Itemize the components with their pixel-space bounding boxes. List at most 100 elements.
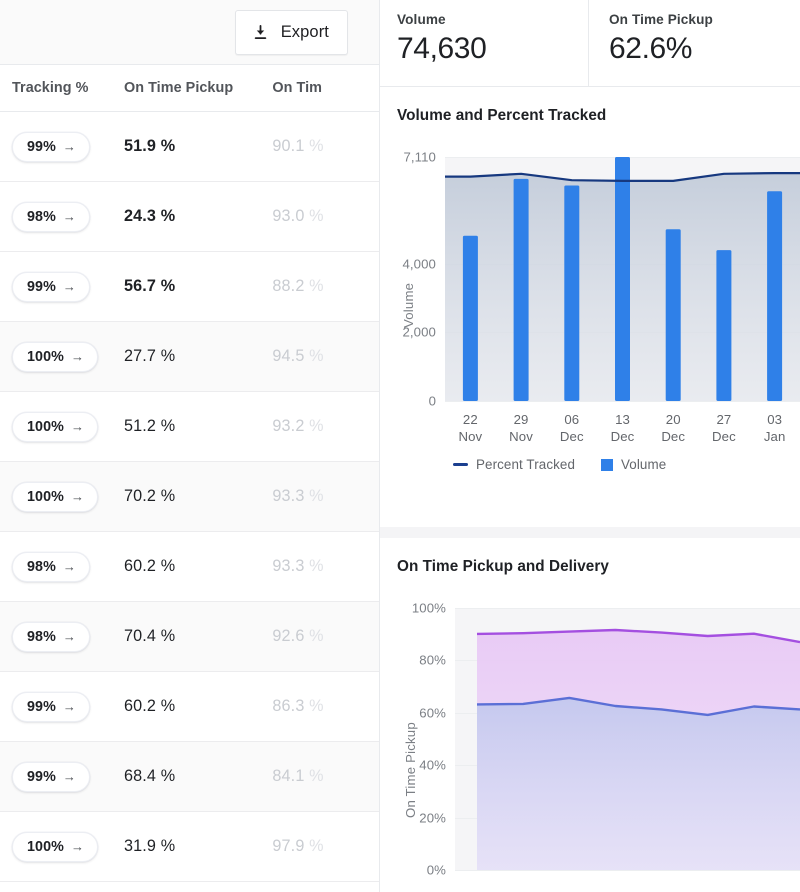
tracking-pill-value: 98% [27,558,56,575]
cell-on-time-delivery-value: 97.9 [272,837,305,855]
cell-tracking: 99% → [0,271,124,302]
chart-title-volume: Volume and Percent Tracked [397,107,607,124]
chart-x-tick: 13 Dec [597,411,649,445]
cell-tracking: 100% → [0,831,124,862]
chart-bar[interactable] [665,229,681,401]
cell-on-time-delivery-value: 90.1 [272,137,305,155]
table-row[interactable]: 100% → 51.2 % 93.2 % [0,392,379,462]
cell-on-time-delivery-unit: % [304,207,324,225]
legend-label-volume: Volume [621,457,667,472]
chart-bar[interactable] [513,178,529,401]
table-row[interactable]: 98% → 24.3 % 93.0 % [0,182,379,252]
arrow-right-icon: → [62,768,76,784]
cell-on-time-delivery: 94.5 % [272,347,379,366]
chart-x-tick-month: Dec [661,429,686,444]
chart-on-time-pickup-delivery[interactable]: On Time Pickup 0% 20% 40% 60% 80% 100% [397,601,800,892]
table-row[interactable]: 99% → 51.9 % 90.1 % [0,112,379,182]
chart-bar[interactable] [564,185,580,402]
tracking-pill-value: 99% [27,768,56,785]
kpi-on-time-pickup-value: 62.6% [609,32,693,65]
cell-on-time-pickup: 24.3 % [123,207,176,225]
table-row[interactable]: 99% → 68.4 % 84.1 % [0,742,379,812]
tracking-pill-button[interactable]: 99% → [12,131,90,162]
cell-tracking: 100% → [0,411,124,442]
cell-on-time-pickup: 56.7 % [123,277,176,295]
chart-title-on-time: On Time Pickup and Delivery [397,558,609,575]
dashboard-panel: Volume 74,630 On Time Pickup 62.6% Volum… [380,0,800,892]
table-header-row: Tracking % On Time Pickup On Tim [0,65,379,112]
table-row[interactable]: 100% → 31.9 % 97.9 % [0,812,379,882]
arrow-right-icon: → [62,278,76,294]
cell-on-time-delivery-unit: % [304,347,324,365]
chart-x-tick-month: Dec [610,429,635,444]
tracking-pill-button[interactable]: 100% → [12,481,98,512]
arrow-right-icon: → [70,348,84,364]
table-row[interactable]: 99% → 60.2 % 86.3 % [0,672,379,742]
cell-tracking: 98% → [0,621,124,652]
chart-card-on-time-pickup-delivery: On Time Pickup and Delivery On Time Pick… [380,538,800,892]
arrow-right-icon: → [62,208,76,224]
table-row[interactable]: 99% → 56.7 % 88.2 % [0,252,379,322]
cell-on-time-delivery-value: 93.2 [272,417,305,435]
export-button[interactable]: Export [234,9,348,55]
cell-on-time-pickup: 70.2 % [123,487,176,505]
tracking-pill-button[interactable]: 98% → [12,551,90,582]
kpi-volume-label: Volume [397,12,446,27]
table-row[interactable]: 100% → 27.7 % 94.5 % [0,322,379,392]
export-button-label: Export [280,22,329,41]
kpi-volume-value: 74,630 [397,32,487,65]
table-body: 99% → 51.9 % 90.1 % 98% → 24.3 % 93.0 % 99% → 56.7… [0,112,379,882]
cell-on-time-delivery-unit: % [304,277,324,295]
column-header-on-time-pickup[interactable]: On Time Pickup [124,80,272,96]
chart-bar[interactable] [767,191,783,401]
tracking-pill-button[interactable]: 99% → [12,691,90,722]
legend-item-volume[interactable]: Volume [601,457,666,472]
cell-on-time-pickup: 51.9 % [123,137,176,155]
cell-on-time-delivery: 93.2 % [272,417,379,436]
arrow-right-icon: → [70,418,84,434]
chart-x-tick: 27 Dec [698,411,750,445]
chart-x-tick: 29 Nov [495,411,547,445]
table-row[interactable]: 98% → 60.2 % 93.3 % [0,532,379,602]
column-header-tracking[interactable]: Tracking % [0,80,124,96]
tracking-pill-button[interactable]: 100% → [12,831,98,862]
chart-bar[interactable] [615,157,630,401]
tracking-pill-button[interactable]: 100% → [12,411,98,442]
cell-tracking: 100% → [0,341,124,372]
arrow-right-icon: → [62,558,76,574]
tracking-pill-button[interactable]: 99% → [12,761,90,792]
chart-x-tick-month: Nov [458,429,483,444]
cell-tracking: 100% → [0,481,124,512]
cell-on-time-delivery-unit: % [304,697,324,715]
tracking-pill-button[interactable]: 100% → [12,341,98,372]
cell-on-time-delivery-unit: % [304,557,324,575]
tracking-pill-button[interactable]: 98% → [12,621,90,652]
chart-bar[interactable] [716,250,732,401]
tracking-pill-button[interactable]: 99% → [12,271,90,302]
table-row[interactable]: 98% → 70.4 % 92.6 % [0,602,379,672]
cell-on-time-pickup: 68.4 % [123,767,176,785]
download-icon [252,24,269,41]
arrow-right-icon: → [70,488,84,504]
arrow-right-icon: → [62,698,76,714]
chart-volume-percent-tracked[interactable]: Volume 0 2,000 4,000 7,110 22 Nov 29 Nov 06 Dec 13 D… [397,150,800,472]
cell-on-time-pickup: 31.9 % [123,837,176,855]
tracking-pill-button[interactable]: 98% → [12,201,90,232]
cell-tracking: 99% → [0,691,124,722]
cell-tracking: 98% → [0,201,124,232]
legend-item-percent-tracked[interactable]: Percent Tracked [453,457,575,472]
chart-area-on-time-pickup [477,697,800,870]
chart-bar[interactable] [462,235,478,401]
cell-on-time-pickup: 60.2 % [123,697,176,715]
kpi-on-time-pickup-label: On Time Pickup [609,12,713,27]
column-header-on-time-delivery[interactable]: On Tim [272,80,379,96]
cell-on-time-delivery-unit: % [304,417,324,435]
chart-x-tick-day: 22 [462,412,478,427]
tracking-pill-value: 99% [27,698,56,715]
cell-on-time-pickup: 51.2 % [123,417,176,435]
cell-on-time-delivery-unit: % [304,627,324,645]
table-row[interactable]: 100% → 70.2 % 93.3 % [0,462,379,532]
tracking-pill-value: 100% [27,488,64,505]
chart-x-tick-day: 27 [716,412,732,427]
tracking-pill-value: 100% [27,348,64,365]
